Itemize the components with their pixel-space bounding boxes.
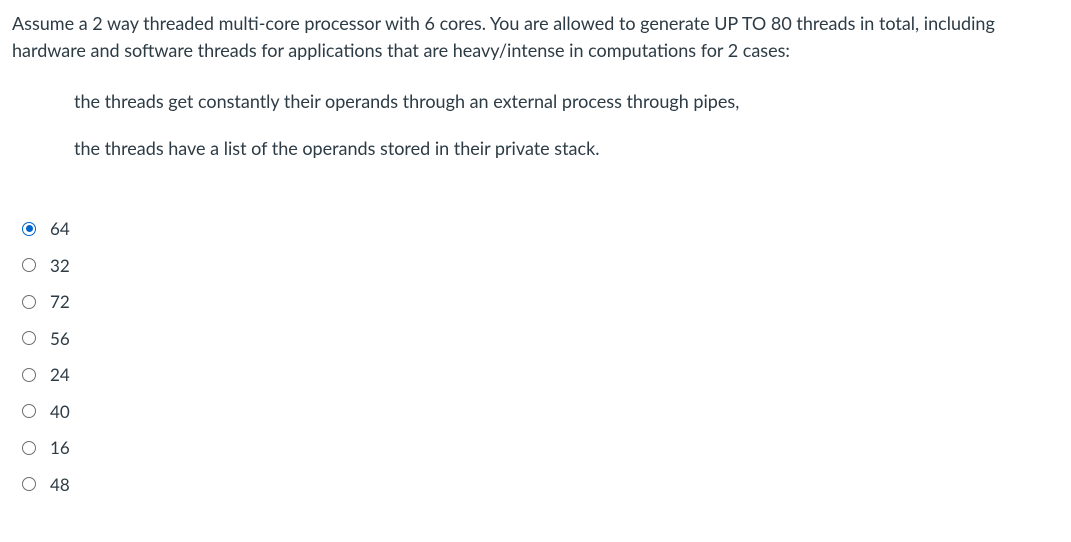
radio-icon — [22, 258, 36, 272]
question-main-text: Assume a 2 way threaded multi-core proce… — [12, 10, 1059, 64]
option-label: 56 — [50, 326, 70, 352]
option-4[interactable]: 24 — [22, 362, 1059, 388]
option-2[interactable]: 72 — [22, 289, 1059, 315]
question-case-2: the threads have a list of the operands … — [74, 135, 1059, 162]
option-5[interactable]: 40 — [22, 399, 1059, 425]
option-0[interactable]: 64 — [22, 216, 1059, 242]
question-case-1: the threads get constantly their operand… — [74, 88, 1059, 115]
option-label: 48 — [50, 472, 70, 498]
radio-icon — [22, 477, 36, 491]
question-cases: the threads get constantly their operand… — [12, 88, 1059, 162]
option-label: 72 — [50, 289, 70, 315]
radio-icon — [22, 331, 36, 345]
option-3[interactable]: 56 — [22, 326, 1059, 352]
option-1[interactable]: 32 — [22, 253, 1059, 279]
radio-icon — [22, 404, 36, 418]
radio-icon — [22, 295, 36, 309]
option-7[interactable]: 48 — [22, 472, 1059, 498]
option-label: 40 — [50, 399, 70, 425]
radio-icon — [22, 441, 36, 455]
option-6[interactable]: 16 — [22, 435, 1059, 461]
radio-icon — [22, 368, 36, 382]
question-stem: Assume a 2 way threaded multi-core proce… — [12, 10, 1059, 162]
option-label: 16 — [50, 435, 70, 461]
option-label: 64 — [50, 216, 70, 242]
radio-icon — [22, 222, 36, 236]
option-label: 24 — [50, 362, 70, 388]
answer-options: 64 32 72 56 24 40 16 48 — [12, 216, 1059, 497]
option-label: 32 — [50, 253, 70, 279]
